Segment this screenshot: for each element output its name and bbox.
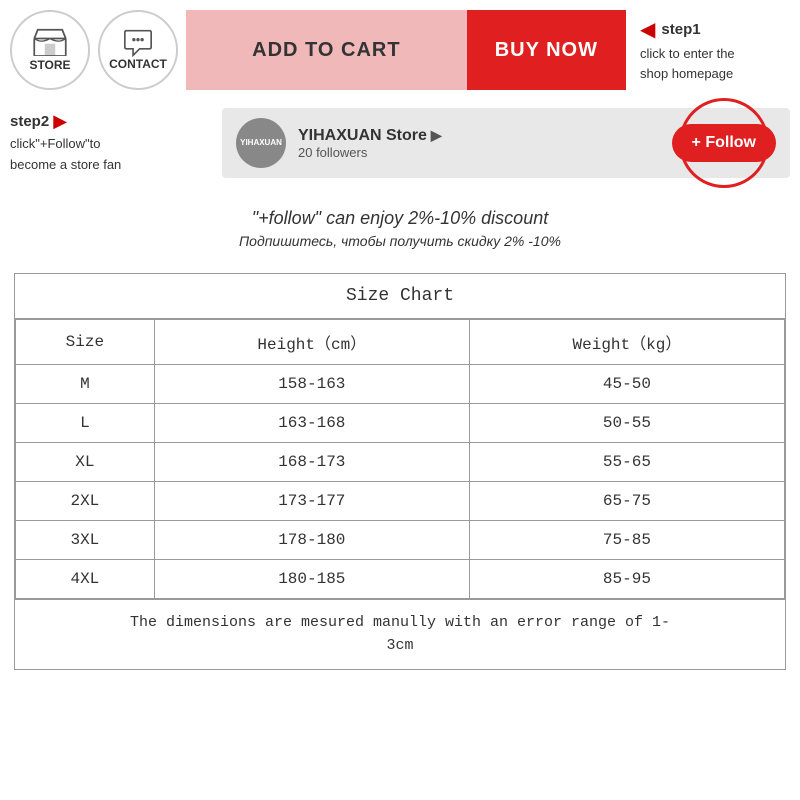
table-row: L163-16850-55 bbox=[16, 404, 785, 443]
store-info: YIHAXUAN Store ▶ 20 followers bbox=[298, 127, 660, 160]
col-header-weight: Weight（kg） bbox=[469, 320, 784, 365]
store-logo: YIHAXUAN bbox=[236, 118, 286, 168]
table-row: 2XL173-17765-75 bbox=[16, 482, 785, 521]
table-row: XL168-17355-65 bbox=[16, 443, 785, 482]
table-cell: L bbox=[16, 404, 155, 443]
store-follow-bar: YIHAXUAN YIHAXUAN Store ▶ 20 followers +… bbox=[222, 108, 790, 178]
store-name: YIHAXUAN Store ▶ bbox=[298, 127, 660, 145]
step1-info: ◀ step1 click to enter theshop homepage bbox=[640, 17, 790, 83]
table-cell: 85-95 bbox=[469, 560, 784, 599]
table-cell: 2XL bbox=[16, 482, 155, 521]
store-button[interactable]: STORE bbox=[10, 10, 90, 90]
store-label: STORE bbox=[29, 58, 70, 72]
contact-button[interactable]: CONTACT bbox=[98, 10, 178, 90]
store-link-icon: ▶ bbox=[431, 127, 442, 144]
follow-button[interactable]: + Follow bbox=[672, 124, 776, 162]
discount-section: "+follow" can enjoy 2%-10% discount Подп… bbox=[10, 200, 790, 257]
col-header-size: Size bbox=[16, 320, 155, 365]
table-cell: M bbox=[16, 365, 155, 404]
size-table: Size Height（cm） Weight（kg） M158-16345-50… bbox=[15, 319, 785, 599]
step2-label: step2 bbox=[10, 113, 49, 130]
store-followers: 20 followers bbox=[298, 145, 660, 160]
table-row: 3XL178-18075-85 bbox=[16, 521, 785, 560]
size-chart-container: Size Chart Size Height（cm） Weight（kg） M1… bbox=[14, 273, 786, 670]
size-table-body: M158-16345-50L163-16850-55XL168-17355-65… bbox=[16, 365, 785, 599]
buy-now-button[interactable]: BUY NOW bbox=[467, 10, 626, 90]
table-cell: 163-168 bbox=[154, 404, 469, 443]
step1-arrow-icon: ◀ bbox=[640, 17, 655, 42]
table-cell: 173-177 bbox=[154, 482, 469, 521]
add-to-cart-button[interactable]: ADD TO CART bbox=[186, 10, 467, 90]
store-logo-text: YIHAXUAN bbox=[240, 138, 282, 148]
table-cell: 75-85 bbox=[469, 521, 784, 560]
table-cell: 55-65 bbox=[469, 443, 784, 482]
discount-line2: Подпишитесь, чтобы получить скидку 2% -1… bbox=[10, 233, 790, 249]
table-cell: 65-75 bbox=[469, 482, 784, 521]
follow-button-wrapper: + Follow bbox=[672, 124, 776, 162]
table-row: 4XL180-18585-95 bbox=[16, 560, 785, 599]
table-cell: 45-50 bbox=[469, 365, 784, 404]
contact-label: CONTACT bbox=[109, 57, 167, 71]
step2-section: step2 ▶ click"+Follow"tobecome a store f… bbox=[10, 102, 790, 184]
top-section: STORE CONTACT ADD TO CART BUY NOW ◀ step… bbox=[10, 10, 790, 90]
store-icon bbox=[32, 28, 68, 56]
table-cell: 3XL bbox=[16, 521, 155, 560]
size-chart-title: Size Chart bbox=[15, 274, 785, 319]
main-container: STORE CONTACT ADD TO CART BUY NOW ◀ step… bbox=[0, 0, 800, 680]
step1-label: step1 bbox=[661, 21, 700, 38]
step1-description: click to enter theshop homepage bbox=[640, 44, 735, 83]
contact-icon bbox=[120, 29, 156, 57]
step2-line: step2 ▶ bbox=[10, 111, 210, 132]
step2-info: step2 ▶ click"+Follow"tobecome a store f… bbox=[10, 111, 210, 176]
table-cell: 168-173 bbox=[154, 443, 469, 482]
table-row: M158-16345-50 bbox=[16, 365, 785, 404]
col-header-height: Height（cm） bbox=[154, 320, 469, 365]
step2-description: click"+Follow"tobecome a store fan bbox=[10, 136, 121, 172]
table-cell: 158-163 bbox=[154, 365, 469, 404]
table-cell: 50-55 bbox=[469, 404, 784, 443]
table-cell: 178-180 bbox=[154, 521, 469, 560]
step2-arrow-icon: ▶ bbox=[53, 111, 67, 132]
table-cell: 180-185 bbox=[154, 560, 469, 599]
discount-line1: "+follow" can enjoy 2%-10% discount bbox=[10, 208, 790, 229]
step1-line: ◀ step1 bbox=[640, 17, 701, 42]
table-header-row: Size Height（cm） Weight（kg） bbox=[16, 320, 785, 365]
table-cell: XL bbox=[16, 443, 155, 482]
size-table-footer: The dimensions are mesured manully with … bbox=[15, 599, 785, 669]
table-cell: 4XL bbox=[16, 560, 155, 599]
